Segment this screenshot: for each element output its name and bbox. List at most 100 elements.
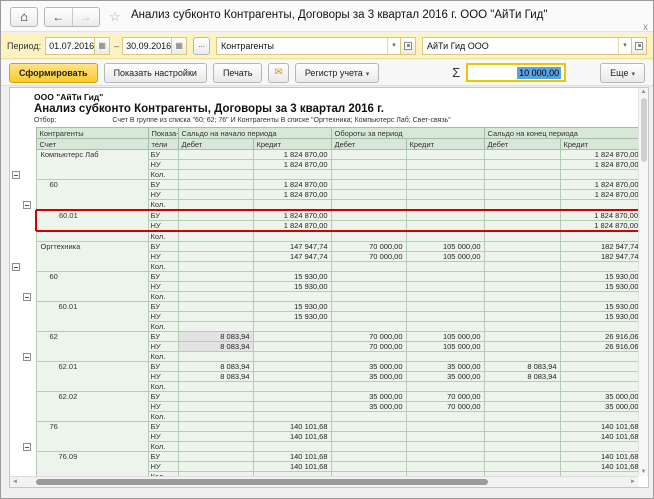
- organization-open-button[interactable]: [631, 38, 646, 54]
- value-cell[interactable]: [406, 272, 484, 282]
- value-cell[interactable]: [253, 412, 331, 422]
- value-cell[interactable]: [406, 382, 484, 392]
- value-cell[interactable]: [484, 322, 560, 332]
- account-cell[interactable]: [36, 262, 148, 272]
- sum-input[interactable]: 10 000,00: [466, 63, 566, 82]
- value-cell[interactable]: [178, 242, 253, 252]
- value-cell[interactable]: [560, 442, 638, 452]
- subconto-open-button[interactable]: [400, 38, 415, 54]
- indicator-cell[interactable]: БУ: [148, 302, 178, 312]
- value-cell[interactable]: 105 000,00: [406, 342, 484, 352]
- value-cell[interactable]: [406, 170, 484, 180]
- value-cell[interactable]: [178, 200, 253, 211]
- value-cell[interactable]: [331, 352, 406, 362]
- value-cell[interactable]: 1 824 870,00: [253, 221, 331, 232]
- value-cell[interactable]: [484, 392, 560, 402]
- indicator-cell[interactable]: Кол.: [148, 322, 178, 332]
- value-cell[interactable]: [178, 190, 253, 200]
- value-cell[interactable]: [178, 160, 253, 170]
- value-cell[interactable]: 35 000,00: [406, 362, 484, 372]
- account-cell[interactable]: [36, 442, 148, 452]
- calendar-icon[interactable]: ▦: [171, 38, 186, 54]
- value-cell[interactable]: [484, 422, 560, 432]
- value-cell[interactable]: [178, 412, 253, 422]
- value-cell[interactable]: 35 000,00: [331, 372, 406, 382]
- value-cell[interactable]: [178, 452, 253, 462]
- indicator-cell[interactable]: НУ: [148, 462, 178, 472]
- value-cell[interactable]: 8 083,94: [484, 362, 560, 372]
- value-cell[interactable]: [484, 342, 560, 352]
- value-cell[interactable]: [331, 312, 406, 322]
- account-cell[interactable]: [36, 312, 148, 322]
- value-cell[interactable]: [253, 322, 331, 332]
- value-cell[interactable]: 35 000,00: [331, 392, 406, 402]
- value-cell[interactable]: 105 000,00: [406, 242, 484, 252]
- account-cell[interactable]: [36, 292, 148, 302]
- value-cell[interactable]: 8 083,94: [178, 332, 253, 342]
- value-cell[interactable]: [484, 402, 560, 412]
- value-cell[interactable]: 26 916,06: [560, 342, 638, 352]
- account-cell[interactable]: Компьютерс Лаб: [36, 150, 148, 160]
- value-cell[interactable]: 140 101,68: [560, 422, 638, 432]
- back-button[interactable]: ←: [45, 8, 73, 26]
- value-cell[interactable]: [406, 210, 484, 221]
- account-cell[interactable]: [36, 402, 148, 412]
- value-cell[interactable]: 70 000,00: [331, 332, 406, 342]
- value-cell[interactable]: [178, 422, 253, 432]
- indicator-cell[interactable]: Кол.: [148, 412, 178, 422]
- value-cell[interactable]: 140 101,68: [253, 432, 331, 442]
- value-cell[interactable]: [331, 190, 406, 200]
- value-cell[interactable]: [331, 180, 406, 190]
- value-cell[interactable]: 70 000,00: [406, 402, 484, 412]
- calendar-icon[interactable]: ▦: [94, 38, 109, 54]
- value-cell[interactable]: [484, 332, 560, 342]
- value-cell[interactable]: 147 947,74: [253, 242, 331, 252]
- value-cell[interactable]: 105 000,00: [406, 332, 484, 342]
- value-cell[interactable]: [560, 362, 638, 372]
- print-button[interactable]: Печать: [213, 63, 262, 83]
- account-cell[interactable]: 76: [36, 422, 148, 432]
- value-cell[interactable]: [560, 200, 638, 211]
- value-cell[interactable]: [484, 352, 560, 362]
- value-cell[interactable]: [178, 180, 253, 190]
- account-cell[interactable]: [36, 462, 148, 472]
- show-settings-button[interactable]: Показать настройки: [104, 63, 207, 83]
- value-cell[interactable]: [178, 462, 253, 472]
- value-cell[interactable]: [484, 412, 560, 422]
- horizontal-scrollbar[interactable]: ◄ ►: [10, 476, 638, 487]
- value-cell[interactable]: 70 000,00: [331, 342, 406, 352]
- value-cell[interactable]: [331, 292, 406, 302]
- indicator-cell[interactable]: Кол.: [148, 382, 178, 392]
- value-cell[interactable]: 1 824 870,00: [253, 190, 331, 200]
- value-cell[interactable]: [484, 150, 560, 160]
- value-cell[interactable]: [178, 262, 253, 272]
- value-cell[interactable]: 35 000,00: [560, 402, 638, 412]
- value-cell[interactable]: [484, 170, 560, 180]
- value-cell[interactable]: [178, 252, 253, 262]
- value-cell[interactable]: 15 930,00: [253, 272, 331, 282]
- value-cell[interactable]: [484, 312, 560, 322]
- value-cell[interactable]: [484, 180, 560, 190]
- value-cell[interactable]: [178, 231, 253, 242]
- value-cell[interactable]: 140 101,68: [560, 432, 638, 442]
- indicator-cell[interactable]: Кол.: [148, 170, 178, 180]
- period-options-button[interactable]: ...: [193, 37, 210, 55]
- value-cell[interactable]: [484, 272, 560, 282]
- value-cell[interactable]: [178, 312, 253, 322]
- indicator-cell[interactable]: БУ: [148, 272, 178, 282]
- value-cell[interactable]: [253, 392, 331, 402]
- value-cell[interactable]: [484, 190, 560, 200]
- value-cell[interactable]: [484, 302, 560, 312]
- value-cell[interactable]: [331, 462, 406, 472]
- value-cell[interactable]: [406, 302, 484, 312]
- account-cell[interactable]: [36, 372, 148, 382]
- value-cell[interactable]: [406, 452, 484, 462]
- value-cell[interactable]: 1 824 870,00: [253, 210, 331, 221]
- organization-combo[interactable]: АйТи Гид ООО ▾: [422, 37, 647, 55]
- indicator-cell[interactable]: БУ: [148, 392, 178, 402]
- value-cell[interactable]: [253, 342, 331, 352]
- value-cell[interactable]: [406, 150, 484, 160]
- scroll-left-icon[interactable]: ◄: [12, 479, 18, 485]
- date-to-field[interactable]: 30.09.2016 ▦: [122, 37, 187, 55]
- indicator-cell[interactable]: НУ: [148, 432, 178, 442]
